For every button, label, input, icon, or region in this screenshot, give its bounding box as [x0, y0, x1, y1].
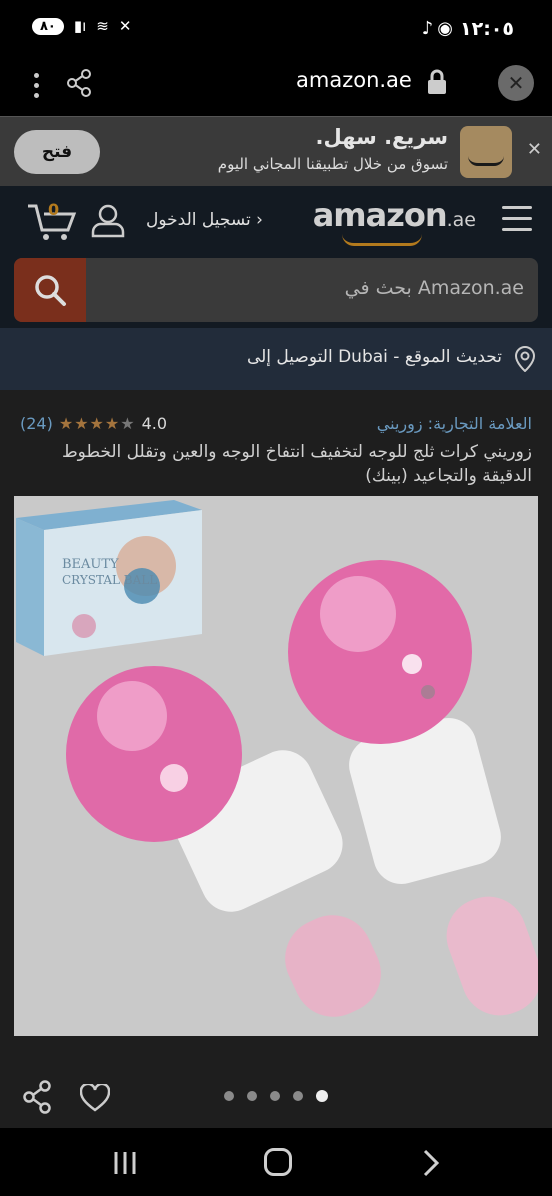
share-icon[interactable]	[64, 68, 94, 102]
rating-stars-icon: ★★★★★	[58, 414, 136, 433]
cart-count-badge: 0	[48, 200, 60, 219]
brand-link[interactable]: العلامة التجارية: زوريني	[377, 414, 532, 433]
close-tab-icon[interactable]: ✕	[498, 65, 534, 101]
more-menu-icon[interactable]	[28, 70, 44, 100]
notification-icons: ♪◉	[422, 18, 457, 39]
battery-indicator: ٨٠	[32, 17, 64, 35]
location-pin-icon	[514, 345, 536, 376]
carousel-dot[interactable]	[247, 1091, 257, 1101]
whatsapp-icon: ◉	[437, 18, 457, 39]
app-install-banner: فتح سريع. سهل. تسوق من خلال تطبيقنا المج…	[0, 116, 552, 186]
carousel-dot[interactable]	[270, 1091, 280, 1101]
address-bar-url[interactable]: amazon.ae	[296, 68, 412, 92]
product-share-icon[interactable]	[22, 1080, 52, 1118]
lock-icon	[426, 68, 448, 100]
rating-count[interactable]: (24)	[20, 414, 53, 433]
signal-icon: ▮ı	[73, 17, 87, 35]
product-box-image: BEAUTY CRYSTAL BALL	[16, 500, 202, 656]
wishlist-heart-icon[interactable]	[79, 1082, 111, 1116]
carousel-dot-active[interactable]	[316, 1090, 328, 1102]
search-input[interactable]: بحث في Amazon.ae	[345, 277, 524, 299]
banner-title: سريع. سهل.	[315, 125, 448, 149]
search-icon	[35, 275, 66, 306]
amazon-app-icon	[460, 126, 512, 178]
box-brand-text: BEAUTY	[62, 557, 119, 572]
mute-icon: ✕	[118, 17, 132, 35]
carousel-dot[interactable]	[224, 1091, 234, 1101]
hamburger-menu-icon[interactable]	[502, 206, 532, 239]
home-icon[interactable]	[264, 1148, 292, 1176]
tiktok-icon: ♪	[421, 18, 438, 39]
banner-subtitle: تسوق من خلال تطبيقنا المجاني اليوم	[217, 155, 448, 173]
image-carousel-dots[interactable]	[224, 1090, 328, 1102]
status-left-icons: ٨٠ ▮ı ≋ ✕	[32, 17, 131, 35]
carousel-dot[interactable]	[293, 1091, 303, 1101]
rating-value: 4.0	[141, 414, 168, 433]
clock: ١٢:٠٥	[460, 18, 514, 40]
product-title: زوريني كرات ثلج للوجه لتخفيف انتفاخ الوج…	[61, 442, 532, 486]
box-product-text: CRYSTAL BALL	[62, 573, 157, 587]
signin-link[interactable]: تسجيل الدخول ›	[146, 210, 263, 230]
product-image[interactable]: BEAUTY CRYSTAL BALL	[14, 496, 538, 1036]
wifi-icon: ≋	[96, 17, 109, 35]
recent-apps-icon[interactable]	[112, 1150, 138, 1180]
system-nav-bar	[0, 1128, 552, 1196]
delivery-location-bar[interactable]: التوصيل إلى Dubai - تحديث الموقع	[0, 328, 552, 390]
search-bar[interactable]: بحث في Amazon.ae	[14, 258, 538, 322]
user-icon[interactable]	[90, 202, 126, 242]
logo-smile-icon	[342, 234, 422, 246]
search-button[interactable]	[14, 258, 86, 322]
product-section: العلامة التجارية: زوريني (24) ★★★★★ 4.0 …	[0, 390, 552, 1130]
browser-toolbar: amazon.ae ✕	[0, 60, 552, 116]
back-chevron-icon[interactable]	[420, 1148, 442, 1182]
dismiss-banner-icon[interactable]: ✕	[527, 139, 542, 160]
rating-summary[interactable]: (24) ★★★★★ 4.0	[20, 414, 167, 433]
amazon-logo[interactable]: amazon.ae	[313, 196, 476, 234]
status-bar: ٨٠ ▮ı ≋ ✕ ♪◉ ١٢:٠٥	[0, 0, 552, 60]
delivery-text: التوصيل إلى Dubai - تحديث الموقع	[246, 347, 502, 367]
